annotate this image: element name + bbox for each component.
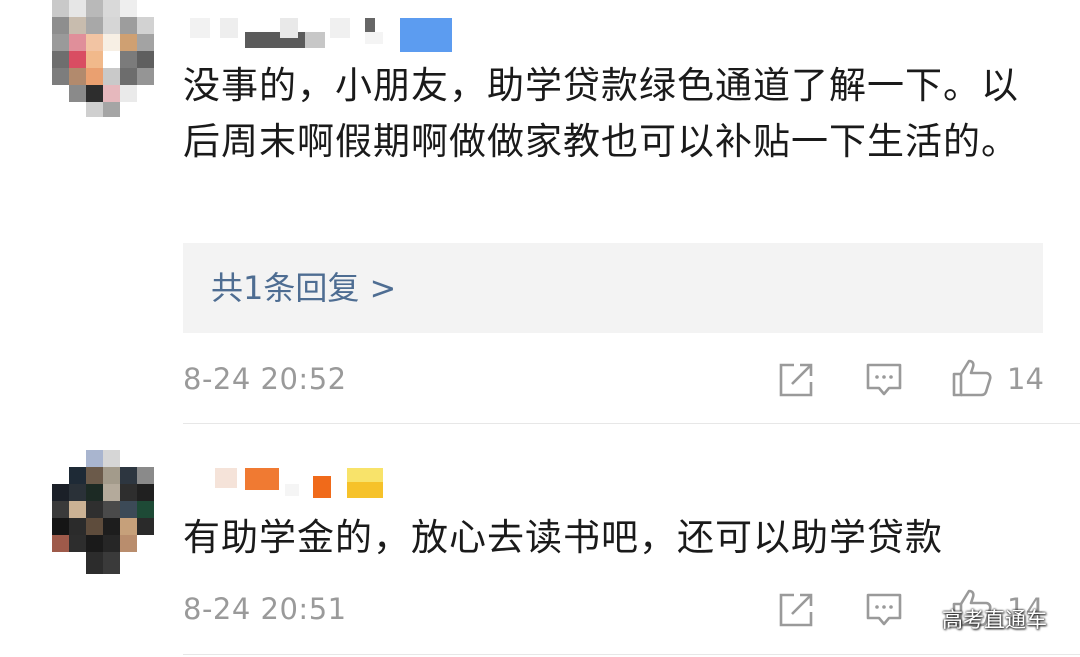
thumbs-up-icon[interactable] [951, 358, 993, 398]
avatar[interactable] [52, 450, 156, 574]
like-count: 14 [1007, 362, 1044, 396]
share-icon[interactable] [778, 592, 814, 628]
username-blurred[interactable] [190, 18, 460, 52]
divider [183, 654, 1080, 655]
view-replies-link[interactable]: 共1条回复 > [211, 265, 396, 311]
watermark: 高考直通车 [942, 608, 1047, 632]
comment-time: 8-24 20:51 [183, 592, 347, 626]
divider [183, 423, 1080, 424]
comment-item-1: 没事的，小朋友，助学贷款绿色通道了解一下。以后周末啊假期啊做做家教也可以补贴一下… [0, 0, 1080, 425]
comment-icon[interactable] [865, 592, 903, 628]
avatar[interactable] [52, 0, 156, 117]
comment-icon[interactable] [865, 362, 903, 398]
comment-text: 有助学金的，放心去读书吧，还可以助学贷款 [183, 516, 943, 559]
comment-text: 没事的，小朋友，助学贷款绿色通道了解一下。以后周末啊假期啊做做家教也可以补贴一下… [183, 64, 1019, 163]
comment-item-2: 有助学金的，放心去读书吧，还可以助学贷款 8-24 20:51 14 [0, 450, 1080, 657]
username-blurred[interactable] [215, 468, 395, 498]
reply-box[interactable]: 共1条回复 > [183, 243, 1043, 333]
share-icon[interactable] [778, 362, 814, 398]
comment-time: 8-24 20:52 [183, 362, 347, 396]
